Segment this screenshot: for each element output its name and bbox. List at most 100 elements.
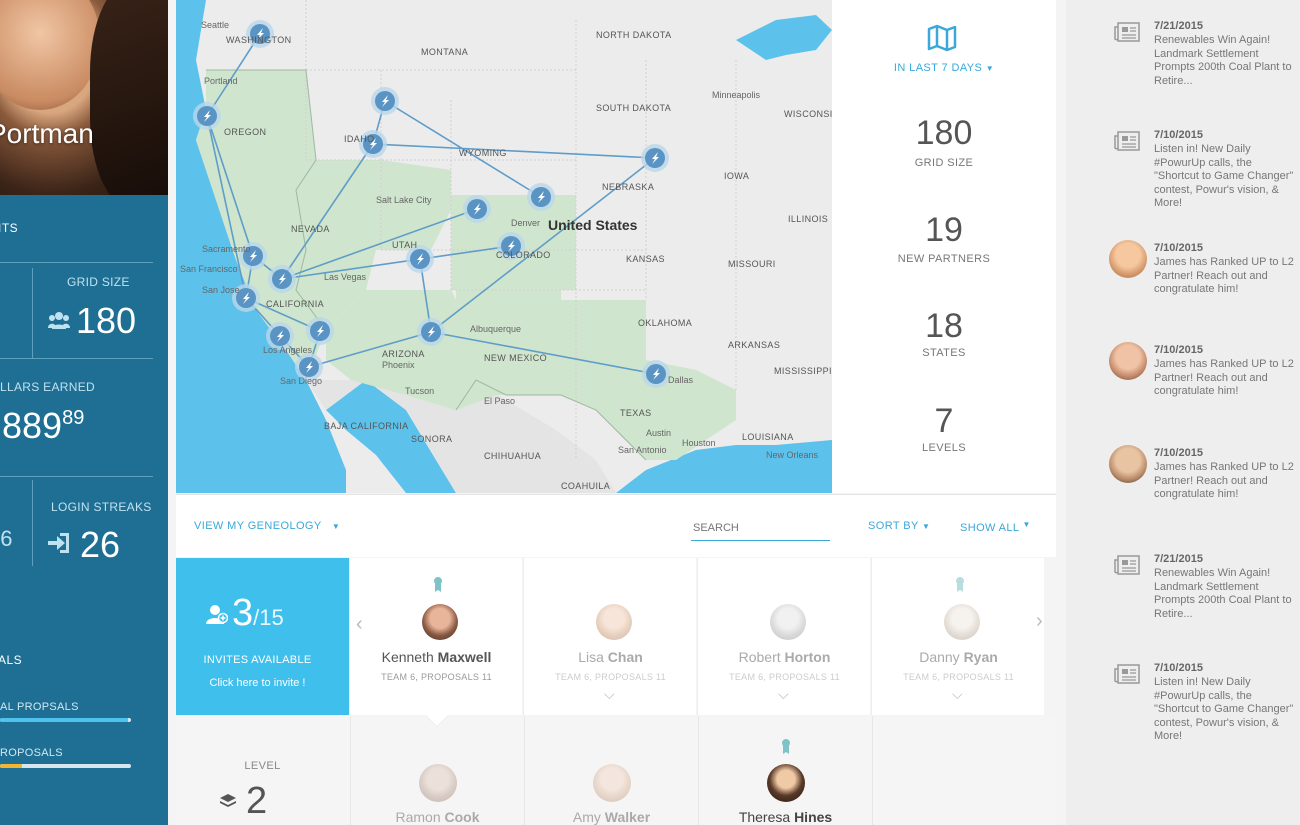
state-label: NORTH DAKOTA [596, 30, 672, 40]
proposals-progress-bar [0, 718, 131, 722]
state-label: MONTANA [421, 47, 469, 57]
city-label: Minneapolis [712, 90, 761, 100]
partner-location-marker[interactable] [193, 102, 221, 130]
partner-meta: TEAM 6, PROPOSALS 11 [903, 672, 1014, 682]
partner-location-marker[interactable] [268, 265, 296, 293]
partner-avatar [596, 604, 632, 640]
state-label: COAHUILA [561, 481, 611, 491]
period-dropdown[interactable]: IN LAST 7 DAYS ▼ [832, 62, 1056, 74]
partner-avatar [593, 764, 631, 802]
state-label: TEXAS [620, 408, 652, 418]
level-value: 2 [246, 780, 268, 822]
city-label: Albuquerque [470, 324, 522, 334]
invites-available-label: INVITES AVAILABLE [203, 654, 312, 666]
partner-name: Lisa Chan [578, 649, 643, 665]
ribbon-icon [781, 738, 791, 754]
state-label: IDAHO [344, 134, 375, 144]
profile-photo [0, 0, 168, 195]
partner-location-marker[interactable] [371, 87, 399, 115]
partner-map[interactable]: MONTANA NORTH DAKOTA SOUTH DAKOTA OREGON IDA… [176, 0, 832, 493]
partner-location-marker[interactable] [463, 195, 491, 223]
partner-location-marker[interactable] [642, 360, 670, 388]
carousel-prev-arrow[interactable]: ‹ [356, 613, 363, 636]
city-label: Phoenix [382, 360, 415, 370]
city-label: Los Angeles [263, 345, 313, 355]
state-label: NEW MEXICO [484, 353, 548, 363]
invite-link[interactable]: Click here to invite ! [176, 677, 339, 689]
state-label: WYOMING [459, 148, 507, 158]
downline-partner-card[interactable]: Ramon Cook [350, 716, 523, 825]
stat-levels-value: 7 [934, 402, 954, 440]
city-label: Seattle [201, 20, 230, 30]
invite-card[interactable]: 3/15 INVITES AVAILABLE Click here to inv… [176, 558, 349, 715]
partner-avatar [767, 764, 805, 802]
feed-text: James has Ranked UP to L2 Partner! Reach… [1154, 256, 1294, 296]
partner-location-marker[interactable] [527, 183, 555, 211]
partner-location-marker[interactable] [641, 144, 669, 172]
state-label: BAJA CALIFORNIA [324, 421, 409, 431]
partner-location-marker[interactable] [417, 318, 445, 346]
search-input[interactable] [691, 515, 830, 541]
layers-icon [220, 794, 236, 813]
city-label: San Francisco [180, 264, 238, 274]
city-label: San Diego [280, 376, 323, 386]
state-label: WASHINGTON [226, 35, 292, 45]
city-label: Denver [511, 218, 541, 228]
partner-avatar [944, 604, 980, 640]
feed-text: Renewables Win Again! Landmark Settlemen… [1154, 567, 1292, 620]
carousel-next-arrow[interactable]: › [1036, 610, 1043, 633]
city-label: Portland [204, 76, 238, 86]
partner-card[interactable]: Robert Horton TEAM 6, PROPOSALS 11 ⌵ [697, 558, 870, 715]
state-label: SONORA [411, 434, 453, 444]
login-icon [48, 533, 70, 558]
state-label: COLORADO [496, 250, 551, 260]
add-user-icon [206, 604, 229, 629]
downline-partner-card[interactable]: Theresa Hines [698, 716, 871, 825]
chevron-down-icon[interactable]: ⌵ [778, 686, 789, 703]
chevron-down-icon[interactable]: ⌵ [952, 686, 963, 703]
show-all-dropdown[interactable]: SHOW ALL ▼ [960, 520, 1031, 534]
partner-card[interactable]: Kenneth Maxwell TEAM 6, PROPOSALS 11 [349, 558, 522, 715]
feed-text: James has Ranked UP to L2 Partner! Reach… [1154, 461, 1294, 501]
state-label: WISCONSIN [784, 109, 832, 119]
user-name: Portman [0, 118, 94, 149]
geneology-toolbar: VIEW MY GENEOLOGY ▼ SORT BY ▼ SHOW ALL ▼ [176, 494, 1056, 557]
dollars-earned-value: ,88989 [0, 405, 85, 446]
feed-text: Listen in! New Daily #PowurUp calls, the… [1154, 676, 1294, 743]
state-label: MISSOURI [728, 259, 776, 269]
view-geneology-dropdown[interactable]: VIEW MY GENEOLOGY ▼ [194, 520, 340, 532]
activity-feed: 7/21/2015 Renewables Win Again! Landmark … [1066, 0, 1300, 825]
partner-name: Danny Ryan [919, 649, 998, 665]
login-streaks-label: LOGIN STREAKS [51, 500, 152, 514]
grid-size-label: GRID SIZE [67, 275, 130, 289]
profile-sidebar: Portman ITS GRID SIZE 180 LLARS EARNED ,… [0, 0, 168, 825]
partner-card[interactable]: Lisa Chan TEAM 6, PROPOSALS 11 ⌵ [523, 558, 696, 715]
partner-name: Kenneth Maxwell [381, 649, 492, 665]
stat-grid-size-value: 180 [915, 114, 973, 152]
partner-avatar [770, 604, 806, 640]
sort-by-dropdown[interactable]: SORT BY ▼ [868, 520, 930, 532]
downline-partner-card[interactable]: Amy Walker [524, 716, 697, 825]
state-label: IOWA [724, 171, 750, 181]
state-label: ARKANSAS [728, 340, 781, 350]
partner-name: Amy Walker [572, 809, 651, 825]
bar2-label: ROPOSALS [0, 747, 63, 759]
newspaper-icon [1114, 131, 1140, 151]
section-title-goals: ALS [0, 653, 23, 667]
map-icon[interactable] [927, 24, 957, 57]
chevron-down-icon[interactable]: ⌵ [604, 686, 615, 703]
feed-date: 7/10/2015 [1154, 242, 1203, 254]
partner-name: Theresa Hines [738, 809, 833, 825]
stat-new-partners-value: 19 [925, 211, 963, 249]
partner-card[interactable]: Danny Ryan TEAM 6, PROPOSALS 11 ⌵ [871, 558, 1044, 715]
ribbon-icon [955, 576, 965, 592]
partner-location-marker[interactable] [306, 317, 334, 345]
city-label: New Orleans [766, 450, 819, 460]
city-label: Houston [682, 438, 716, 448]
partner-avatar [422, 604, 458, 640]
city-label: Dallas [668, 375, 694, 385]
partner-meta: TEAM 6, PROPOSALS 11 [381, 672, 492, 682]
partner-meta: TEAM 6, PROPOSALS 11 [729, 672, 840, 682]
state-label: LOUISIANA [742, 432, 794, 442]
team-icon [48, 311, 70, 334]
